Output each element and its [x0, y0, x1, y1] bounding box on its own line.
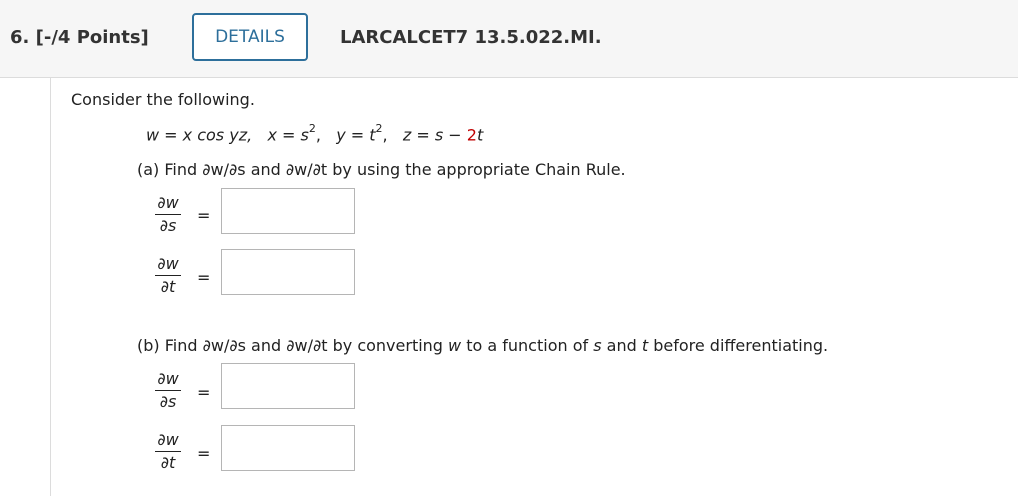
fraction-dw-dt-b: ∂w ∂t: [155, 430, 181, 473]
answer-a-dw-dt-input[interactable]: [221, 249, 355, 295]
part-b-suffix: before differentiating.: [648, 336, 829, 355]
fraction-bar: [155, 275, 181, 276]
z-definition: z = s −: [402, 125, 467, 145]
fraction-denominator: ∂s: [159, 216, 177, 235]
question-number: 6. [-/4 Points]: [10, 27, 149, 48]
part-b-prefix: (b) Find ∂w/∂s and ∂w/∂t by converting: [137, 336, 449, 355]
answer-a-dw-ds-input[interactable]: [221, 188, 355, 234]
equals-sign: =: [197, 206, 211, 225]
part-b-w: w: [448, 336, 462, 355]
part-b-label: (b) Find ∂w/∂s and ∂w/∂t by converting w…: [137, 336, 828, 355]
question-header: 6. [-/4 Points] DETAILS LARCALCET7 13.5.…: [0, 0, 1018, 78]
details-button[interactable]: DETAILS: [192, 13, 308, 61]
w-definition: w = x cos yz,: [146, 125, 253, 145]
y-exponent: 2: [375, 122, 383, 135]
part-b-s: s: [593, 336, 602, 355]
answer-b-dw-ds-input[interactable]: [221, 363, 355, 409]
equals-sign: =: [197, 383, 211, 402]
fraction-dw-ds-b: ∂w ∂s: [155, 369, 181, 412]
equation-line: w = x cos yz, x = s2, y = t2, z = s − 2t: [146, 122, 484, 145]
fraction-numerator: ∂w: [157, 254, 179, 273]
fraction-bar: [155, 390, 181, 391]
fraction-denominator: ∂t: [160, 277, 176, 296]
intro-text: Consider the following.: [71, 90, 255, 109]
z-variable: t: [476, 125, 484, 145]
fraction-bar: [155, 214, 181, 215]
x-exponent: 2: [308, 122, 316, 135]
fraction-numerator: ∂w: [157, 369, 179, 388]
part-b-mid2: and: [601, 336, 642, 355]
fraction-dw-dt-a: ∂w ∂t: [155, 254, 181, 297]
z-coefficient: 2: [466, 125, 477, 145]
fraction-bar: [155, 451, 181, 452]
part-a-label: (a) Find ∂w/∂s and ∂w/∂t by using the ap…: [137, 160, 626, 179]
fraction-denominator: ∂t: [160, 453, 176, 472]
answer-b-dw-dt-input[interactable]: [221, 425, 355, 471]
equals-sign: =: [197, 444, 211, 463]
fraction-dw-ds-a: ∂w ∂s: [155, 193, 181, 236]
question-id: LARCALCET7 13.5.022.MI.: [340, 27, 602, 48]
x-definition: x = s: [267, 125, 309, 145]
part-b-mid1: to a function of: [461, 336, 594, 355]
equals-sign: =: [197, 268, 211, 287]
content-divider: [50, 78, 51, 496]
fraction-denominator: ∂s: [159, 392, 177, 411]
fraction-numerator: ∂w: [157, 430, 179, 449]
y-definition: y = t: [336, 125, 376, 145]
fraction-numerator: ∂w: [157, 193, 179, 212]
